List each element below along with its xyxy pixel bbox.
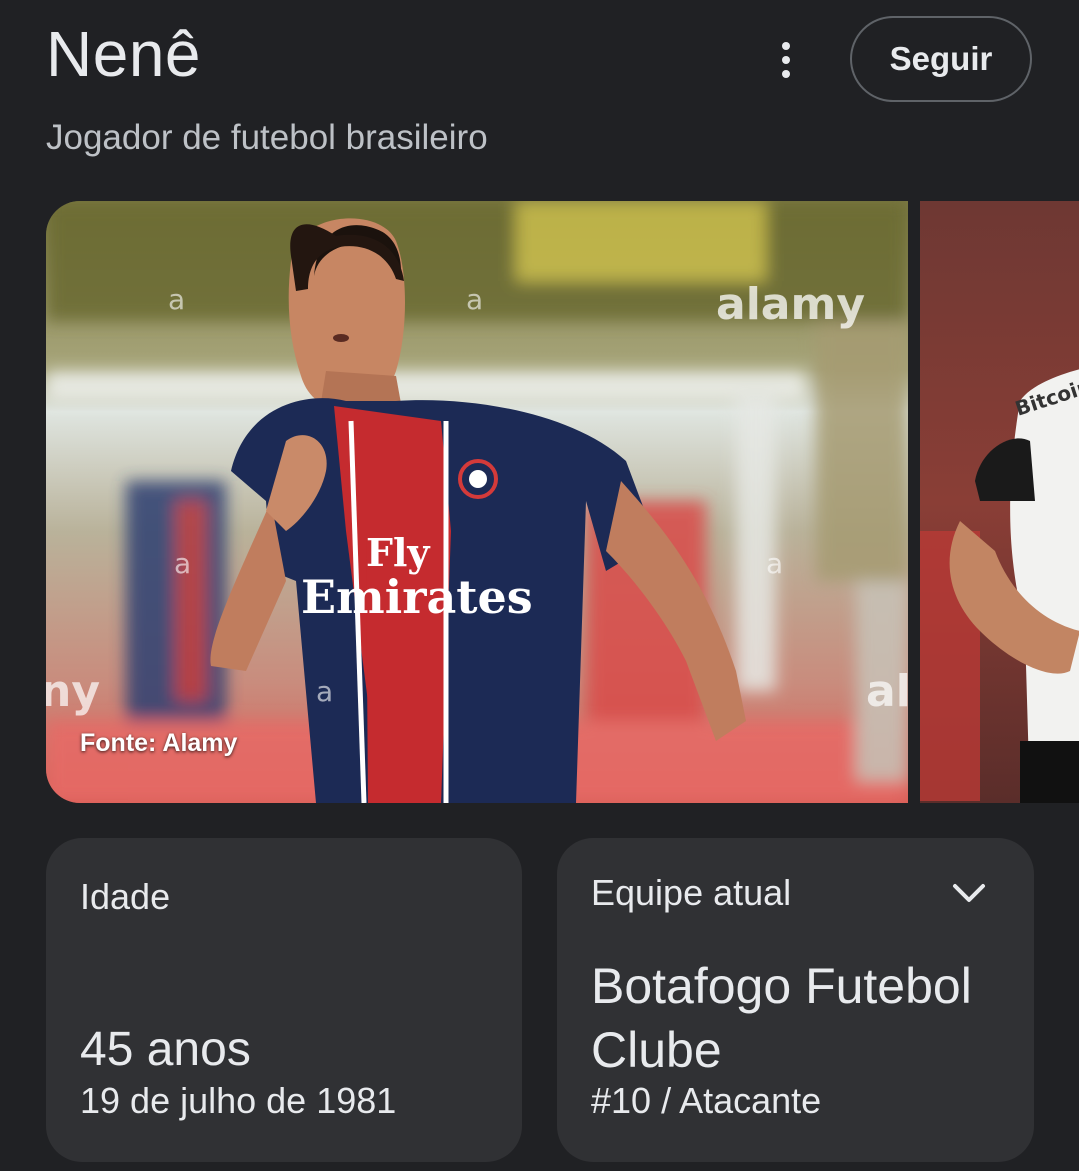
svg-text:a: a [316,675,333,708]
page-subtitle: Jogador de futebol brasileiro [46,118,488,157]
svg-text:ny: ny [46,666,100,717]
more-vert-icon [782,42,790,50]
player-photo-botafogo: Bitcoin [920,201,1079,803]
page-title: Nenê [46,18,201,90]
age-value: 45 anos [80,1023,251,1076]
jersey-sponsor-line2: Emirates [301,570,533,624]
more-vert-icon-dot [782,56,790,64]
svg-text:a: a [766,547,783,580]
main-photo[interactable]: Fly Emirates alamy a a a a a al ny Fonte… [46,201,908,803]
alamy-watermark: alamy [716,279,865,330]
image-source-caption: Fonte: Alamy [80,729,238,757]
player-photo-psg: Fly Emirates alamy a a a a a al ny [46,201,908,803]
chevron-down-icon[interactable] [951,882,987,906]
birth-date: 19 de julho de 1981 [80,1080,397,1121]
svg-text:a: a [168,283,185,316]
more-options-button[interactable] [764,36,808,84]
secondary-photo[interactable]: Bitcoin [920,201,1079,803]
age-label: Idade [80,876,171,917]
svg-text:a: a [174,547,191,580]
age-card: Idade 45 anos 19 de julho de 1981 [46,838,522,1162]
follow-button[interactable]: Seguir [850,16,1032,102]
image-carousel[interactable]: Fly Emirates alamy a a a a a al ny Fonte… [46,201,1079,803]
team-label: Equipe atual [591,872,792,913]
more-vert-icon-dot [782,70,790,78]
svg-text:a: a [466,283,483,316]
knowledge-panel: Nenê Jogador de futebol brasileiro Segui… [0,0,1079,1171]
svg-text:al: al [866,666,908,717]
team-role: #10 / Atacante [591,1080,822,1121]
team-name: Botafogo Futebol Clube [591,958,972,1078]
current-team-card[interactable]: Equipe atual Botafogo Futebol Clube #10 … [557,838,1034,1162]
jersey-sponsor-line1: Fly [366,530,430,575]
